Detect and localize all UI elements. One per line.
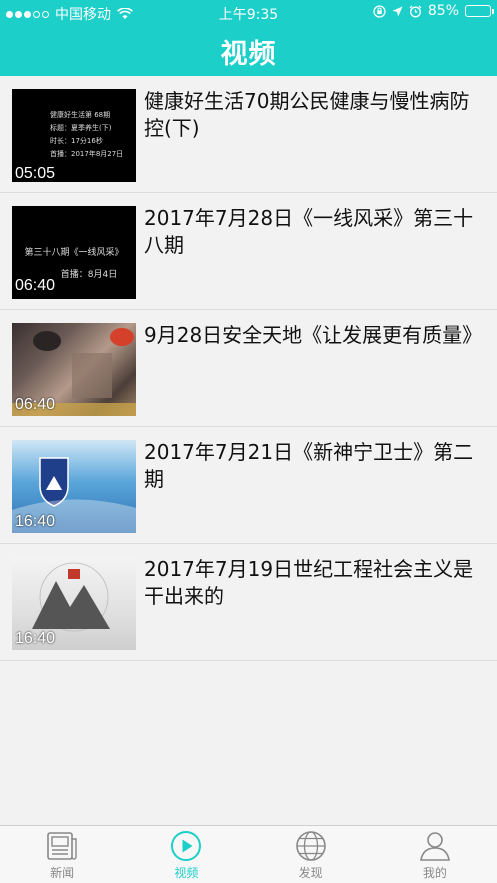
globe-icon bbox=[295, 831, 326, 861]
video-title: 2017年7月28日《一线风采》第三十八期 bbox=[144, 206, 474, 257]
video-thumbnail: 06:40 bbox=[12, 323, 136, 416]
video-list: 健康好生活第 68期 标题：夏季养生(下) 时长：17分16秒 首播：2017年… bbox=[0, 76, 497, 661]
video-duration: 16:40 bbox=[15, 513, 56, 530]
video-thumbnail: 16:40 bbox=[12, 440, 136, 533]
video-item[interactable]: 16:40 2017年7月21日《新神宁卫士》第二期 bbox=[0, 427, 497, 544]
video-thumbnail: 健康好生活第 68期 标题：夏季养生(下) 时长：17分16秒 首播：2017年… bbox=[12, 89, 136, 182]
tab-mine[interactable]: 我的 bbox=[373, 826, 497, 883]
video-item[interactable]: 健康好生活第 68期 标题：夏季养生(下) 时长：17分16秒 首播：2017年… bbox=[0, 76, 497, 193]
tab-bar: 新闻 视频 发现 我的 bbox=[0, 825, 497, 883]
video-thumbnail: 第三十八期《一线风采》 首播：8月4日 06:40 bbox=[12, 206, 136, 299]
alarm-icon bbox=[409, 5, 422, 17]
video-duration: 16:40 bbox=[15, 630, 56, 647]
person-icon bbox=[419, 832, 450, 861]
tab-label: 我的 bbox=[422, 866, 447, 880]
tab-discover[interactable]: 发现 bbox=[249, 826, 373, 883]
video-item[interactable]: 06:40 9月28日安全天地《让发展更有质量》 bbox=[0, 310, 497, 427]
tab-video[interactable]: 视频 bbox=[124, 826, 248, 883]
tab-label: 新闻 bbox=[50, 866, 75, 880]
news-icon bbox=[47, 832, 77, 860]
video-item[interactable]: 16:40 2017年7月19日世纪工程社会主义是干出来的 bbox=[0, 544, 497, 661]
video-title: 2017年7月19日世纪工程社会主义是干出来的 bbox=[144, 557, 474, 608]
play-icon bbox=[171, 831, 202, 861]
video-thumbnail: 16:40 bbox=[12, 557, 136, 650]
location-arrow-icon bbox=[392, 6, 403, 16]
battery-icon bbox=[465, 5, 494, 17]
video-duration: 06:40 bbox=[15, 277, 56, 294]
tab-news[interactable]: 新闻 bbox=[0, 826, 124, 883]
video-title: 9月28日安全天地《让发展更有质量》 bbox=[144, 323, 483, 347]
video-item[interactable]: 第三十八期《一线风采》 首播：8月4日 06:40 2017年7月28日《一线风… bbox=[0, 193, 497, 310]
tab-label: 发现 bbox=[298, 866, 323, 880]
video-duration: 05:05 bbox=[15, 165, 56, 182]
tab-label: 视频 bbox=[174, 866, 199, 880]
orientation-lock-icon bbox=[373, 4, 386, 18]
page-title: 视频 bbox=[220, 39, 277, 70]
status-bar: 中国移动 上午9:35 85% bbox=[0, 0, 497, 26]
video-title: 健康好生活70期公民健康与慢性病防控(下) bbox=[144, 89, 470, 140]
battery-percent: 85% bbox=[427, 3, 459, 19]
video-title: 2017年7月21日《新神宁卫士》第二期 bbox=[144, 440, 474, 491]
app-header: 中国移动 上午9:35 85% 视频 bbox=[0, 0, 497, 76]
video-duration: 06:40 bbox=[15, 396, 56, 413]
